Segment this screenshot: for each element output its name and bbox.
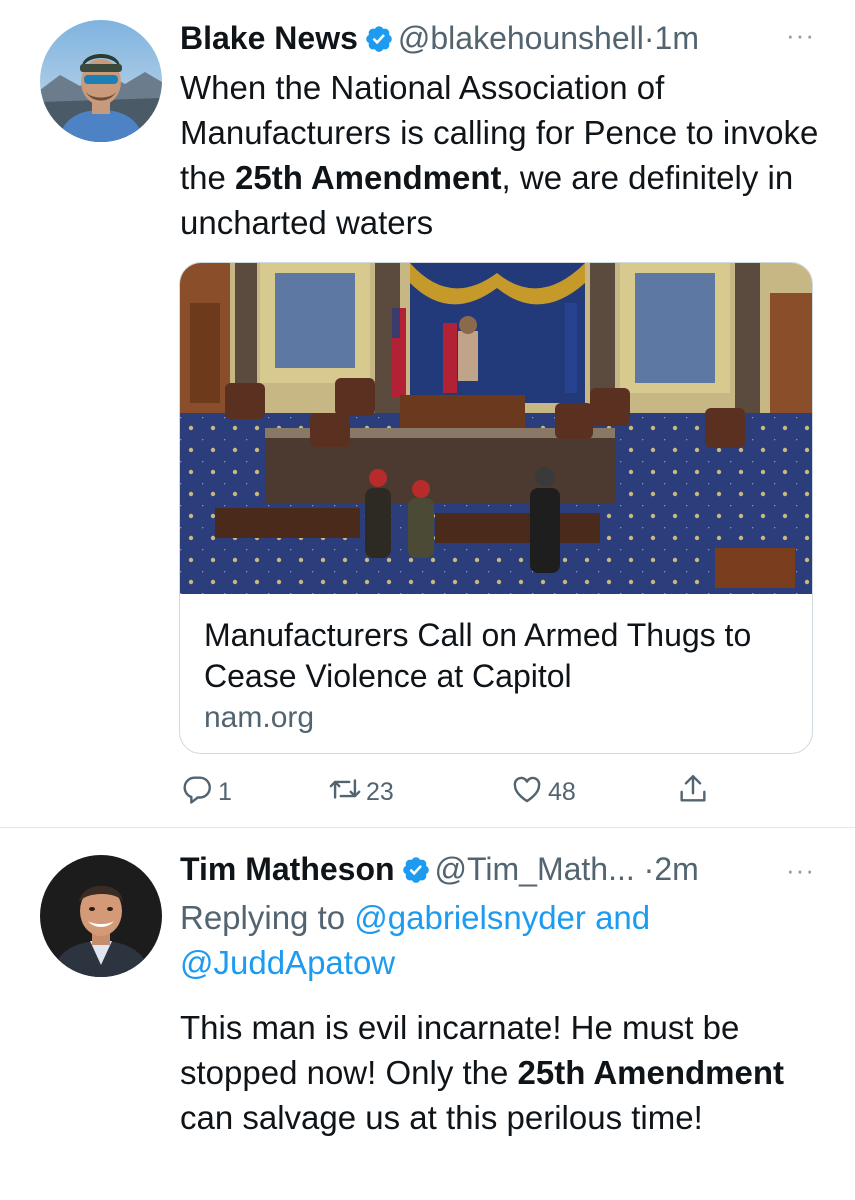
reply-icon: [180, 772, 214, 813]
retweet-count: 23: [366, 777, 394, 806]
avatar[interactable]: [40, 855, 162, 977]
tweet-text: When the National Association of Manufac…: [180, 65, 820, 245]
link-card[interactable]: Manufacturers Call on Armed Thugs to Cea…: [179, 262, 813, 754]
verified-badge-icon: [401, 855, 431, 885]
tweet-header: Blake News @blakehounshell·1m: [180, 19, 699, 57]
handle[interactable]: @Tim_Math...: [435, 851, 635, 887]
replying-to-prefix: Replying to: [180, 899, 346, 936]
card-title[interactable]: Manufacturers Call on Armed Thugs to Cea…: [204, 615, 794, 697]
separator-dot: ·: [643, 20, 655, 56]
handle[interactable]: @blakehounshell: [398, 20, 644, 56]
card-image[interactable]: [180, 263, 812, 594]
display-name[interactable]: Blake News: [180, 20, 358, 56]
like-icon: [510, 772, 544, 813]
tweet-header: Tim Matheson @Tim_Math... ·2m: [180, 850, 699, 888]
retweet-button[interactable]: 23: [328, 772, 394, 812]
card-domain: nam.org: [204, 701, 315, 734]
like-button[interactable]: 48: [510, 772, 576, 812]
verified-badge-icon: [364, 24, 394, 54]
share-button[interactable]: [676, 772, 710, 812]
mention-link[interactable]: @gabrielsnyder: [354, 899, 586, 936]
timestamp[interactable]: 1m: [655, 20, 699, 56]
tweet-actions: 1 23 48: [180, 772, 740, 812]
tweet-text-bold: 25th Amendment: [235, 159, 502, 196]
tweet-tim-matheson[interactable]: Tim Matheson @Tim_Math... ·2m ··· Replyin…: [0, 829, 855, 1200]
mention-link[interactable]: @JuddApatow: [180, 944, 395, 981]
display-name[interactable]: Tim Matheson: [180, 851, 395, 887]
more-icon[interactable]: ···: [786, 855, 815, 886]
share-icon: [676, 772, 710, 813]
timestamp[interactable]: 2m: [654, 851, 698, 887]
reply-count: 1: [218, 777, 232, 806]
tweet-text-bold: 25th Amendment: [517, 1054, 785, 1091]
tweet-blake-news[interactable]: Blake News @blakehounshell·1m ··· When th…: [0, 0, 855, 828]
replying-to-joiner: and: [595, 899, 651, 936]
reply-button[interactable]: 1: [180, 772, 232, 812]
replying-to: Replying to @gabrielsnyder and @JuddApato…: [180, 895, 820, 985]
tweet-text-segment: can salvage us at this perilous time!: [180, 1099, 703, 1136]
more-icon[interactable]: ···: [786, 20, 815, 51]
retweet-icon: [328, 772, 362, 813]
tweet-text: This man is evil incarnate! He must be s…: [180, 1005, 820, 1140]
like-count: 48: [548, 777, 576, 806]
avatar[interactable]: [40, 20, 162, 142]
separator-dot: ·: [643, 851, 655, 887]
